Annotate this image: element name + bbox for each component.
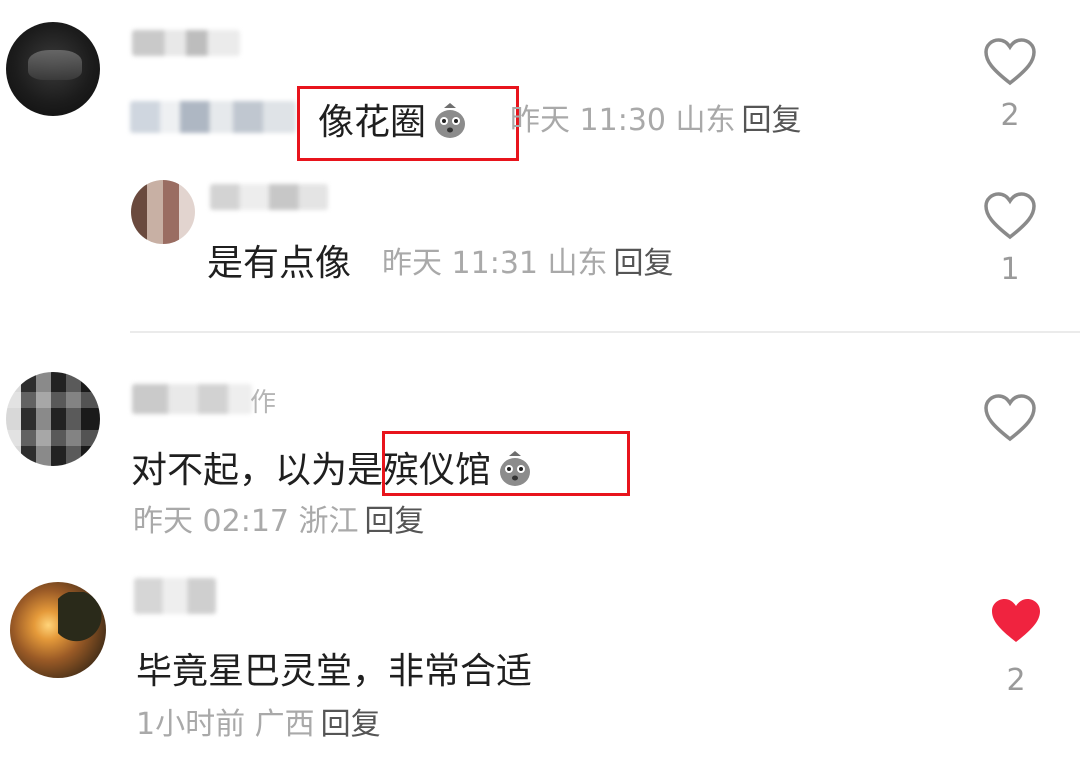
blurred-username[interactable] <box>134 578 216 614</box>
comment-text: 毕竟星巴灵堂，非常合适 <box>136 651 533 692</box>
reply-text: 是有点像 <box>207 243 352 284</box>
like-button[interactable]: 1 <box>980 191 1040 287</box>
heart-outline-icon <box>984 38 1036 86</box>
divider <box>130 331 1080 333</box>
blurred-username[interactable] <box>210 184 328 210</box>
blurred-username[interactable] <box>132 30 240 56</box>
commenter-avatar[interactable] <box>10 582 106 678</box>
heart-outline-icon <box>984 394 1036 442</box>
comment-meta: 昨天 11:30 山东 回复 <box>510 103 802 138</box>
highlight-box <box>382 431 630 496</box>
highlight-box <box>297 86 519 161</box>
reply-button[interactable]: 回复 <box>742 103 802 138</box>
username-fragment[interactable]: 作 <box>250 388 276 418</box>
reply-meta: 昨天 11:31 山东 回复 <box>382 246 674 281</box>
like-button[interactable] <box>980 393 1040 455</box>
commenter-avatar[interactable] <box>6 372 100 466</box>
reply-button[interactable]: 回复 <box>321 707 381 742</box>
like-count: 1 <box>1000 252 1020 287</box>
comment-meta: 1小时前 广西 回复 <box>136 707 381 742</box>
like-count: 2 <box>1006 663 1026 698</box>
like-button[interactable]: 2 <box>986 596 1046 698</box>
like-button[interactable]: 2 <box>980 37 1040 133</box>
comment-meta: 昨天 02:17 浙江 回复 <box>133 504 425 539</box>
reply-button[interactable]: 回复 <box>365 504 425 539</box>
blurred-reply-to-name <box>130 101 296 133</box>
replier-avatar[interactable] <box>131 180 195 244</box>
blurred-username[interactable] <box>132 384 252 414</box>
like-count: 2 <box>1000 98 1020 133</box>
reply-button[interactable]: 回复 <box>614 246 674 281</box>
commenter-avatar[interactable] <box>6 22 100 116</box>
heart-filled-icon <box>992 599 1040 642</box>
heart-outline-icon <box>984 192 1036 240</box>
